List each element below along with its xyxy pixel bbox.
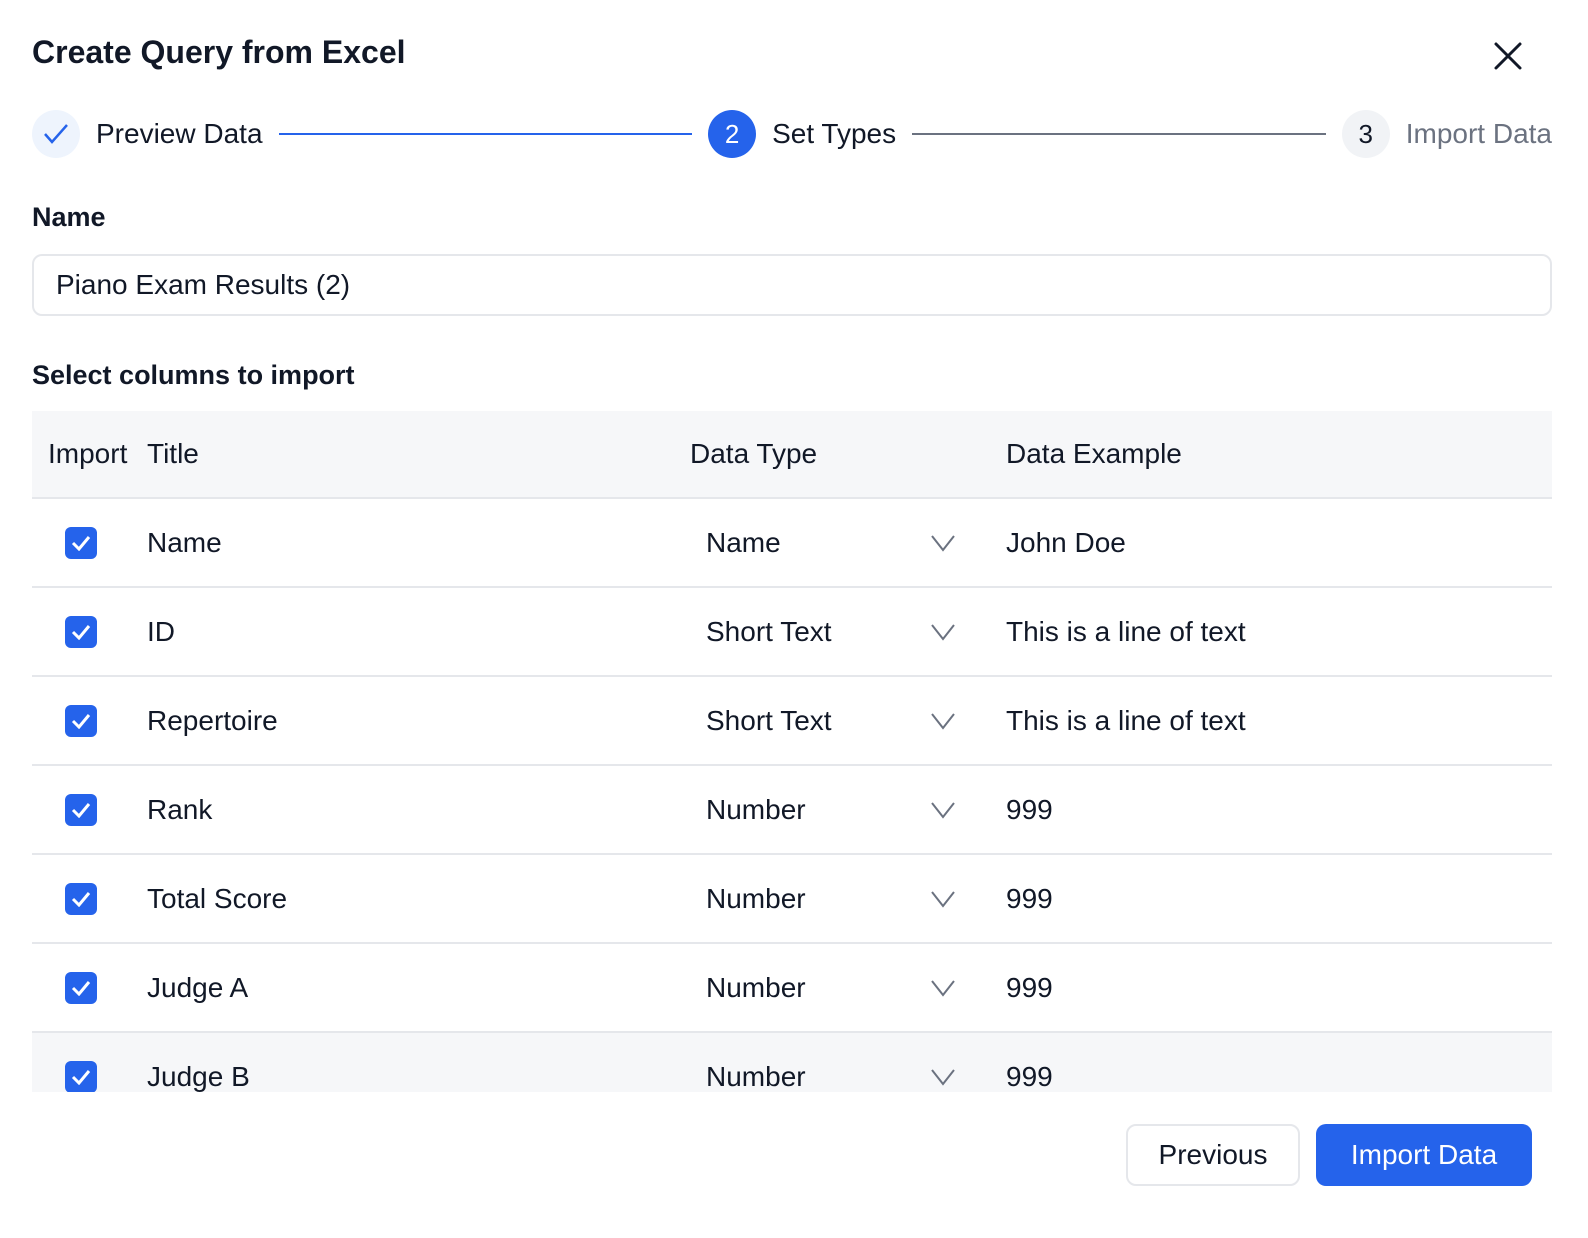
column-title: Name [147, 526, 222, 558]
import-checkbox[interactable] [65, 793, 97, 826]
data-type-select[interactable]: Number [706, 883, 806, 915]
column-title: Total Score [147, 882, 288, 914]
step-number: 3 [1341, 110, 1390, 158]
chevron-down-icon[interactable] [930, 622, 956, 642]
data-type-select[interactable]: Short Text [706, 616, 832, 648]
data-type-select[interactable]: Number [706, 972, 806, 1004]
step-label: Preview Data [96, 118, 263, 149]
columns-table: Import Title Data Type Data Example Name… [32, 411, 1552, 1092]
data-example: 999 [1006, 1060, 1053, 1092]
close-icon[interactable] [1490, 38, 1526, 74]
step-label: Set Types [772, 118, 897, 149]
name-input[interactable] [32, 254, 1552, 316]
chevron-down-icon[interactable] [930, 1067, 956, 1087]
step-preview-data[interactable]: Preview Data [32, 110, 263, 158]
header-data-example: Data Example [1006, 438, 1182, 469]
table-row: Judge A Number 999 [32, 944, 1552, 1033]
import-checkbox[interactable] [65, 526, 97, 559]
header-data-type: Data Type [690, 438, 818, 469]
columns-section-label: Select columns to import [32, 360, 355, 390]
column-title: Judge A [147, 971, 249, 1003]
column-title: ID [147, 615, 175, 647]
import-checkbox[interactable] [65, 882, 97, 915]
step-number: 2 [708, 110, 757, 158]
step-import-data[interactable]: 3 Import Data [1341, 110, 1552, 158]
table-row: Judge B Number 999 [32, 1033, 1552, 1092]
step-connector [278, 133, 693, 135]
table-row: Repertoire Short Text This is a line of … [32, 677, 1552, 766]
data-type-select[interactable]: Number [706, 1061, 806, 1093]
data-example: John Doe [1006, 526, 1126, 558]
table-row: Name Name John Doe [32, 499, 1552, 588]
import-checkbox[interactable] [65, 971, 97, 1004]
header-import: Import [48, 438, 128, 469]
table-row: Rank Number 999 [32, 766, 1552, 855]
data-type-select[interactable]: Number [706, 794, 806, 826]
data-example: 999 [1006, 971, 1053, 1003]
chevron-down-icon[interactable] [930, 978, 956, 998]
step-connector [912, 133, 1326, 135]
check-icon [32, 110, 80, 158]
chevron-down-icon[interactable] [930, 711, 956, 731]
table-row: ID Short Text This is a line of text [32, 588, 1552, 677]
step-set-types[interactable]: 2 Set Types [708, 110, 896, 158]
column-title: Repertoire [147, 704, 278, 736]
data-example: 999 [1006, 793, 1053, 825]
column-title: Judge B [147, 1060, 250, 1092]
data-example: This is a line of text [1006, 704, 1246, 736]
import-checkbox[interactable] [65, 1060, 97, 1092]
import-checkbox[interactable] [65, 704, 97, 737]
column-title: Rank [147, 793, 213, 825]
step-label: Import Data [1405, 118, 1552, 149]
data-type-select[interactable]: Name [706, 527, 781, 559]
table-row: Total Score Number 999 [32, 855, 1552, 944]
previous-button[interactable]: Previous [1126, 1124, 1300, 1186]
dialog-title: Create Query from Excel [32, 34, 406, 70]
import-checkbox[interactable] [65, 615, 97, 648]
data-example: This is a line of text [1006, 615, 1246, 647]
table-header: Import Title Data Type Data Example [32, 411, 1552, 499]
header-title: Title [147, 438, 199, 469]
chevron-down-icon[interactable] [930, 533, 956, 553]
import-data-button[interactable]: Import Data [1316, 1124, 1532, 1186]
data-type-select[interactable]: Short Text [706, 705, 832, 737]
stepper: Preview Data 2 Set Types 3 Import Data [32, 110, 1552, 158]
chevron-down-icon[interactable] [930, 800, 956, 820]
chevron-down-icon[interactable] [930, 889, 956, 909]
data-example: 999 [1006, 882, 1053, 914]
name-label: Name [32, 202, 106, 232]
